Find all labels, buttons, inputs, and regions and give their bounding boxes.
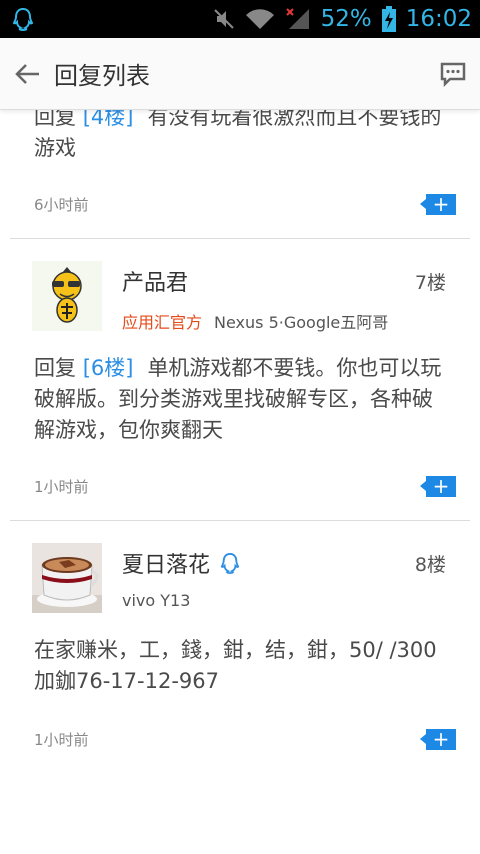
add-reply-button[interactable]: + (420, 475, 456, 497)
reply-text: 回复 [4楼] 有没有玩着很激烈而且不要钱的游戏 (0, 102, 480, 164)
mute-icon (213, 7, 235, 31)
clock: 16:02 (405, 6, 472, 32)
meta-row: 1小时前 + (0, 719, 480, 759)
device-label: vivo Y13 (122, 591, 191, 610)
user-meta: vivo Y13 (122, 591, 446, 610)
post-header: 产品君 7楼 应用汇官方 Nexus 5·Google五阿哥 (0, 239, 480, 333)
comment-icon[interactable] (440, 61, 466, 87)
name-row: 产品君 7楼 (122, 265, 446, 297)
add-reply-button[interactable]: + (420, 193, 456, 215)
list-item: 产品君 7楼 应用汇官方 Nexus 5·Google五阿哥 回复 [6楼] 单机… (0, 239, 480, 506)
post-info: 产品君 7楼 应用汇官方 Nexus 5·Google五阿哥 (122, 261, 446, 333)
qq-icon (12, 7, 34, 31)
post-header: 夏日落花 8楼 vivo Y13 (0, 521, 480, 613)
timestamp: 1小时前 (34, 477, 89, 496)
add-reply-button[interactable]: + (420, 728, 456, 750)
list-item: 夏日落花 8楼 vivo Y13 在家赚米，工，錢，鉗，结，鉗，50/ /300… (0, 521, 480, 759)
meta-row: 1小时前 + (0, 466, 480, 506)
floor-number: 8楼 (414, 553, 446, 576)
post-content: 回复 [6楼] 单机游戏都不要钱。你也可以玩破解版。到分类游戏里找破解专区，各种破… (0, 353, 480, 446)
timestamp: 1小时前 (34, 730, 89, 749)
post-info: 夏日落花 8楼 vivo Y13 (122, 543, 446, 610)
floor-number: 7楼 (414, 271, 446, 294)
user-name[interactable]: 产品君 (122, 265, 188, 297)
device-label: Nexus 5·Google五阿哥 (214, 313, 389, 332)
meta-row: 6小时前 + (0, 184, 480, 224)
reply-list: 回复 [4楼] 有没有玩着很激烈而且不要钱的游戏 6小时前 + 产品君 7楼 应… (0, 105, 480, 759)
app-bar: 回复列表 (0, 38, 480, 110)
reply-prefix: 回复 (34, 356, 76, 380)
signal-off-icon (285, 7, 311, 31)
timestamp: 6小时前 (34, 195, 89, 214)
user-name-group: 夏日落花 (122, 547, 240, 579)
reply-content: 在家赚米，工，錢，鉗，结，鉗，50/ /300加鉫76-17-12-967 (34, 638, 437, 693)
name-row: 夏日落花 8楼 (122, 547, 446, 579)
avatar[interactable] (32, 261, 102, 331)
official-badge: 应用汇官方 (122, 313, 203, 332)
status-bar: 52% 16:02 (0, 0, 480, 38)
reply-floor-link[interactable]: [6楼] (83, 356, 134, 380)
post-content: 在家赚米，工，錢，鉗，结，鉗，50/ /300加鉫76-17-12-967 (0, 635, 480, 697)
back-arrow-icon[interactable] (14, 62, 40, 86)
avatar[interactable] (32, 543, 102, 613)
page-title: 回复列表 (54, 62, 150, 90)
list-item: 回复 [4楼] 有没有玩着很激烈而且不要钱的游戏 6小时前 + (0, 102, 480, 224)
battery-percent: 52% (320, 6, 372, 32)
wifi-icon (245, 7, 275, 31)
user-meta: 应用汇官方 Nexus 5·Google五阿哥 (122, 309, 446, 333)
qq-icon (220, 552, 240, 574)
battery-charging-icon (381, 6, 396, 32)
user-name[interactable]: 夏日落花 (122, 547, 210, 579)
